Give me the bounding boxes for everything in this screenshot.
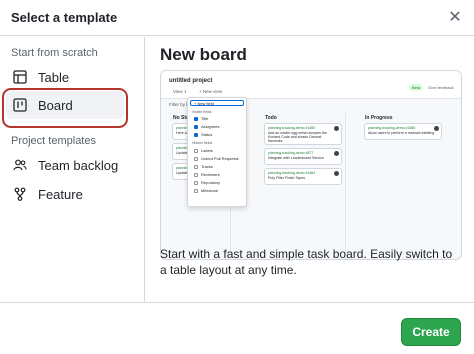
preview-menu-item: Assignees [194,124,219,129]
table-icon [12,69,28,85]
preview-card-text: Poly Filter Finish Tapes [268,176,306,180]
preview-badge: Beta [409,84,424,91]
dialog-footer: Create [0,302,474,354]
dialog-header: Select a template ✕ [0,0,474,36]
avatar [434,126,439,131]
preview-card-text: Integrate with Leaderboard Service [268,156,324,160]
preview-card-meta: planning-tracking-demo #877 [268,151,314,155]
select-template-dialog: Select a template ✕ Start from scratch T… [0,0,474,354]
template-option-label: Feature [38,186,83,202]
avatar [334,151,339,156]
preview-menu-item: Title [194,116,208,121]
preview-field-menu: + New field Visible fields Title Assigne… [187,97,247,207]
preview-card: planning-tracking-demo #1664 Poly Filter … [264,168,342,185]
preview-card: planning-tracking-demo #877 Integrate wit… [264,148,342,165]
project-templates-heading: Project templates [11,135,96,147]
scratch-heading: Start from scratch [11,47,98,59]
create-button[interactable]: Create [401,318,461,346]
template-option-feature[interactable]: Feature [6,180,124,208]
dialog-title: Select a template [11,10,118,25]
people-icon [12,157,28,173]
template-option-team-backlog[interactable]: Team backlog [6,151,124,179]
preview-card: planning-tracking-demo #1665 Allow users … [364,123,442,140]
feature-icon [12,186,28,202]
preview-menu-heading: Visible fields [192,110,212,114]
preview-tab: + New view [199,89,223,94]
preview-column: Todo planning-tracking-demo #1650 Add an … [261,113,346,253]
preview-project-name: untitled project [169,78,213,84]
preview-menu-item: Status [194,132,212,137]
preview-card: planning-tracking-demo #1650 Add an easte… [264,123,342,145]
preview-card-text: Allow users to perform a manual resettin… [368,131,435,135]
preview-card-meta: planning-tracking-demo #1650 [268,126,316,130]
preview-tab: View 1 [173,89,187,94]
preview-header: untitled project View 1 + New view Beta … [161,71,461,99]
preview-menu-item: Milestone [194,188,218,193]
preview-menu-item: Reviewers [194,172,220,177]
template-option-label: Table [38,69,70,85]
preview-column-title: In Progress [365,115,393,121]
preview-menu-item: Labels [194,148,213,153]
template-option-label: Team backlog [38,157,119,173]
preview-menu-item: Repository [194,180,220,185]
preview-menu-heading: Hidden fields [192,141,213,145]
preview-card-text: Add an easter egg which accepts the Kona… [268,131,327,143]
template-option-table[interactable]: Table [6,63,124,91]
close-icon[interactable]: ✕ [446,9,464,27]
template-detail-panel: New board untitled project View 1 + New … [146,37,474,302]
preview-card-meta: planning-tracking-demo #1665 [368,126,416,130]
preview-column: In Progress planning-tracking-demo #1665… [361,113,446,253]
template-title: New board [160,45,247,64]
template-sidebar: Start from scratch Table Board Project t… [0,37,145,302]
preview-badge: Give feedback [428,85,454,90]
preview-new-field: + New field [190,100,244,106]
preview-card-meta: planning-tracking-demo #1664 [268,171,316,175]
preview-menu-item: Tracks [194,164,213,169]
selection-highlight-annotation [2,88,128,128]
preview-menu-item: Linked Pull Requests [194,156,239,161]
avatar [334,171,339,176]
preview-column-title: Todo [265,115,277,121]
template-description: Start with a fast and simple task board.… [160,247,453,277]
avatar [334,126,339,131]
board-preview-image: untitled project View 1 + New view Beta … [160,70,462,260]
